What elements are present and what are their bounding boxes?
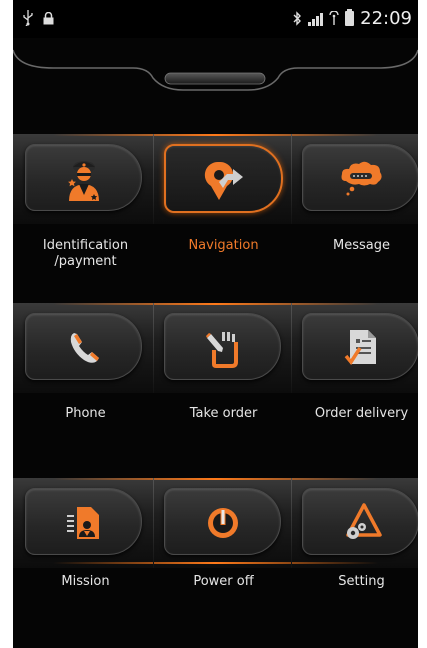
order-delivery-icon bbox=[344, 329, 376, 365]
menu-row-3 bbox=[13, 478, 418, 568]
navigation-icon bbox=[204, 161, 243, 200]
signal-icon bbox=[308, 12, 324, 26]
take-order-icon bbox=[205, 331, 238, 368]
message-label: Message bbox=[333, 238, 390, 253]
message-icon bbox=[341, 161, 382, 195]
phone-screen: 22:09 Identification /payment Navigation… bbox=[13, 0, 418, 648]
power-off-icon bbox=[207, 507, 238, 538]
wifi-signal-icon bbox=[329, 11, 339, 25]
phone-icon bbox=[70, 332, 99, 363]
status-bar: 22:09 bbox=[13, 0, 418, 38]
setting-label: Setting bbox=[338, 574, 385, 589]
take-order-button[interactable] bbox=[164, 313, 281, 380]
usb-icon bbox=[23, 10, 33, 26]
menu-row-2 bbox=[13, 303, 418, 393]
top-handle-bar bbox=[13, 38, 418, 98]
navigation-button[interactable] bbox=[164, 144, 283, 213]
message-button[interactable] bbox=[302, 144, 418, 211]
identification-payment-button[interactable] bbox=[25, 144, 142, 211]
navigation-label: Navigation bbox=[188, 238, 259, 253]
take-order-label: Take order bbox=[189, 406, 258, 421]
menu-row-1 bbox=[13, 134, 418, 224]
phone-label: Phone bbox=[65, 406, 106, 421]
battery-icon bbox=[345, 9, 355, 26]
order-delivery-button[interactable] bbox=[302, 313, 418, 380]
identification-payment-label: Identification /payment bbox=[42, 238, 129, 269]
power-off-button[interactable] bbox=[164, 488, 281, 555]
clock: 22:09 bbox=[360, 8, 412, 29]
setting-button[interactable] bbox=[302, 488, 418, 555]
lock-icon bbox=[43, 11, 54, 24]
order-delivery-label: Order delivery bbox=[314, 406, 409, 421]
power-off-label: Power off bbox=[193, 574, 254, 589]
identification-icon bbox=[67, 160, 99, 201]
mission-label: Mission bbox=[61, 574, 110, 589]
mission-button[interactable] bbox=[25, 488, 142, 555]
phone-button[interactable] bbox=[25, 313, 142, 380]
bluetooth-icon bbox=[293, 11, 302, 26]
mission-icon bbox=[66, 506, 99, 539]
setting-icon bbox=[345, 502, 382, 539]
